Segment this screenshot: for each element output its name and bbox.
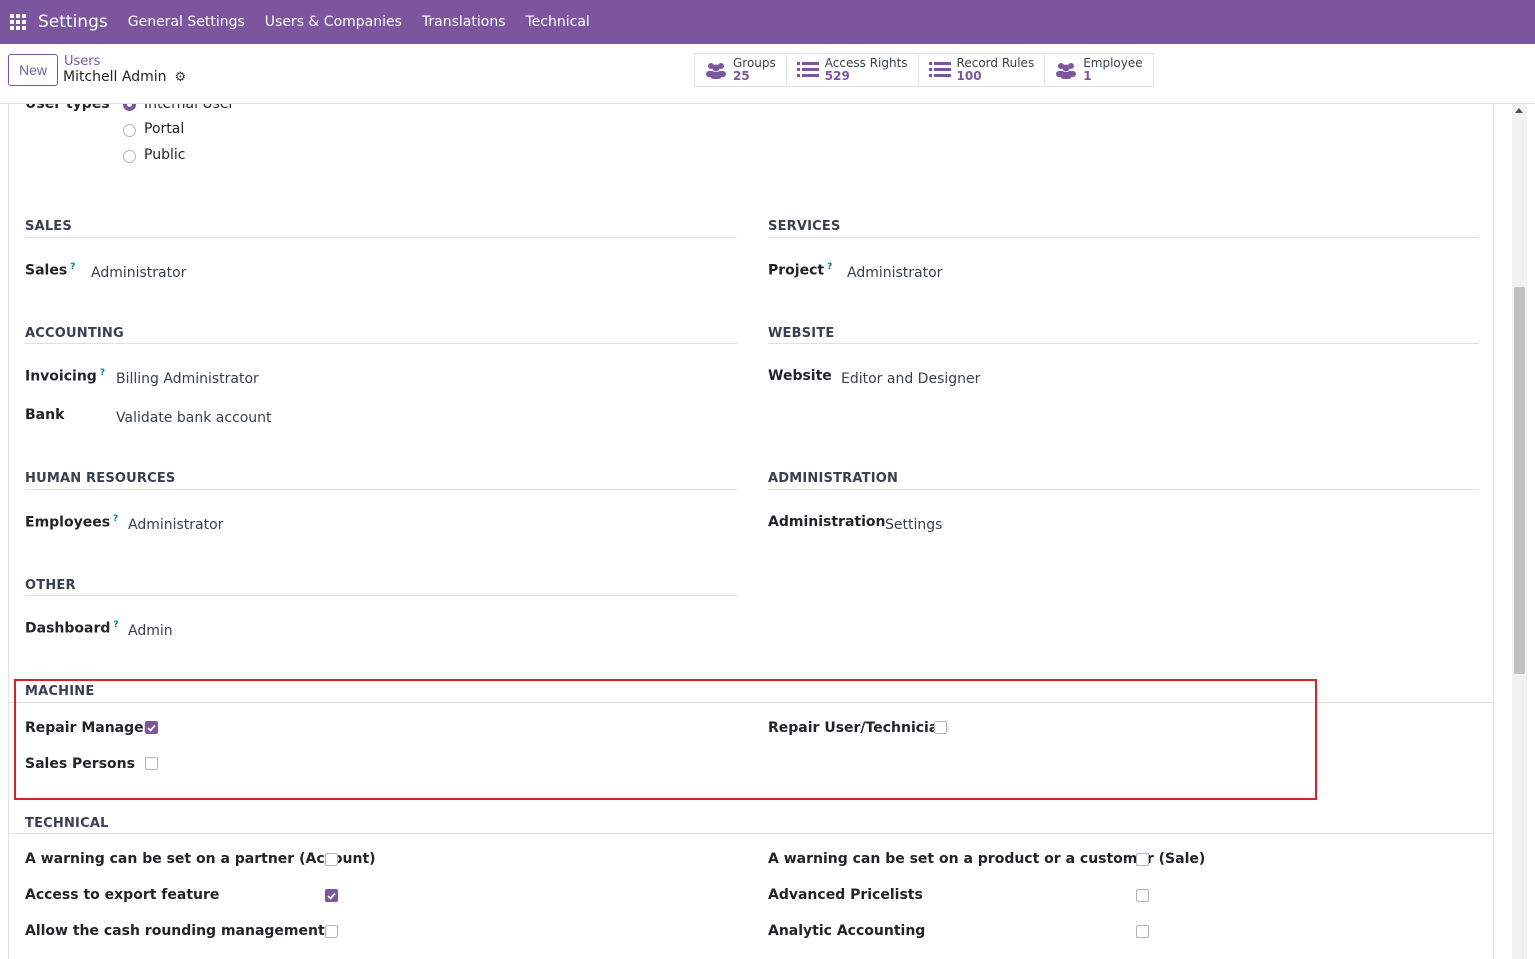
help-icon[interactable]: ? [827,262,832,272]
menu-translations[interactable]: Translations [422,14,506,30]
field-value-invoicing[interactable]: Billing Administrator [116,371,259,387]
section-divider [25,489,737,490]
field-label-invoicing: Invoicing? [25,368,106,385]
field-label-employees: Employees? [25,514,119,531]
vertical-scrollbar[interactable] [1512,104,1527,959]
section-title-accounting: ACCOUNTING [25,326,124,341]
menu-general-settings[interactable]: General Settings [128,14,245,30]
section-divider [9,833,1493,834]
smart-button-value: 1 [1083,69,1092,83]
smart-button-value: 100 [956,69,982,83]
section-divider [768,343,1479,344]
section-title-hr: HUMAN RESOURCES [25,471,176,486]
field-value-project[interactable]: Administrator [847,265,942,281]
section-divider [768,489,1479,490]
smart-button-groups[interactable]: Groups 25 [695,54,787,86]
radio-public-label: Public [144,147,186,163]
field-label-warning-partner: A warning can be set on a partner (Accou… [25,851,376,867]
section-divider [768,237,1479,238]
section-title-other: OTHER [25,578,76,593]
smart-button-employee[interactable]: Employee 1 [1045,54,1152,86]
help-icon[interactable]: ? [70,262,75,272]
section-divider [25,237,737,238]
scroll-up-arrow-icon[interactable] [1515,108,1523,113]
field-label-website: Website [768,368,832,384]
checkbox-advanced-pricelists[interactable] [1136,889,1149,902]
field-label-advanced-pricelists: Advanced Pricelists [768,887,923,903]
checkbox-analytic-accounting[interactable] [1136,925,1149,938]
field-label-project: Project? [768,262,833,279]
gear-icon[interactable]: ⚙ [175,70,187,85]
checkbox-warning-product[interactable] [1136,853,1149,866]
menu-users-companies[interactable]: Users & Companies [265,14,402,30]
radio-internal-user-label: Internal User [144,104,235,112]
help-icon[interactable]: ? [113,620,118,630]
field-label-sales: Sales? [25,262,76,279]
checkbox-warning-partner[interactable] [325,853,338,866]
user-types-label: User types [25,104,110,112]
field-value-dashboard[interactable]: Admin [128,623,173,639]
form-sheet: User types Internal User Portal Public S… [8,104,1494,959]
list-icon [928,61,951,79]
section-divider [25,343,737,344]
help-icon[interactable]: ? [100,368,105,378]
smart-button-value: 25 [733,69,750,83]
app-brand[interactable]: Settings [38,12,108,32]
field-label-analytic-accounting: Analytic Accounting [768,923,926,939]
list-icon [796,61,819,79]
checkbox-cash-rounding[interactable] [325,925,338,938]
section-title-sales: SALES [25,219,72,234]
section-title-website: WEBSITE [768,326,835,341]
smart-button-value: 529 [824,69,850,83]
smart-button-access-rights[interactable]: Access Rights 529 [787,54,919,86]
highlight-box [14,679,1317,800]
field-value-sales[interactable]: Administrator [91,265,186,281]
record-name: Mitchell Admin [63,69,167,85]
radio-internal-user[interactable] [123,104,136,111]
field-value-administration[interactable]: Settings [885,517,942,533]
section-title-administration: ADMINISTRATION [768,471,899,486]
users-icon [1055,61,1077,79]
radio-portal-label: Portal [144,121,185,137]
new-button[interactable]: New [8,54,58,86]
field-value-bank[interactable]: Validate bank account [116,410,272,426]
checkbox-export-feature[interactable] [325,889,338,902]
breadcrumb-current: Mitchell Admin ⚙ [63,69,186,85]
menu-technical[interactable]: Technical [526,14,590,30]
users-icon [705,61,727,79]
help-icon[interactable]: ? [113,514,118,524]
field-value-website[interactable]: Editor and Designer [841,371,980,387]
field-label-dashboard: Dashboard? [25,620,119,637]
radio-portal[interactable] [123,124,136,137]
scrollbar-thumb[interactable] [1514,287,1525,674]
radio-public[interactable] [123,150,136,163]
top-navbar: Settings General Settings Users & Compan… [0,0,1535,44]
section-divider [25,595,737,596]
breadcrumb-users[interactable]: Users [64,54,100,69]
smart-buttons: Groups 25 Access Rights 529 Record Rules… [694,53,1154,87]
smart-button-label: Employee [1083,56,1143,70]
section-title-technical: TECHNICAL [25,816,109,831]
smart-button-record-rules[interactable]: Record Rules 100 [919,54,1046,86]
control-panel: New Users Mitchell Admin ⚙ Groups 25 Acc… [0,44,1535,104]
apps-menu-icon[interactable] [0,0,36,44]
section-title-services: SERVICES [768,219,841,234]
field-label-export-feature: Access to export feature [25,887,220,903]
field-value-employees[interactable]: Administrator [128,517,223,533]
field-label-cash-rounding: Allow the cash rounding management [25,923,325,939]
field-label-administration: Administration [768,514,886,530]
field-label-bank: Bank [25,407,65,423]
